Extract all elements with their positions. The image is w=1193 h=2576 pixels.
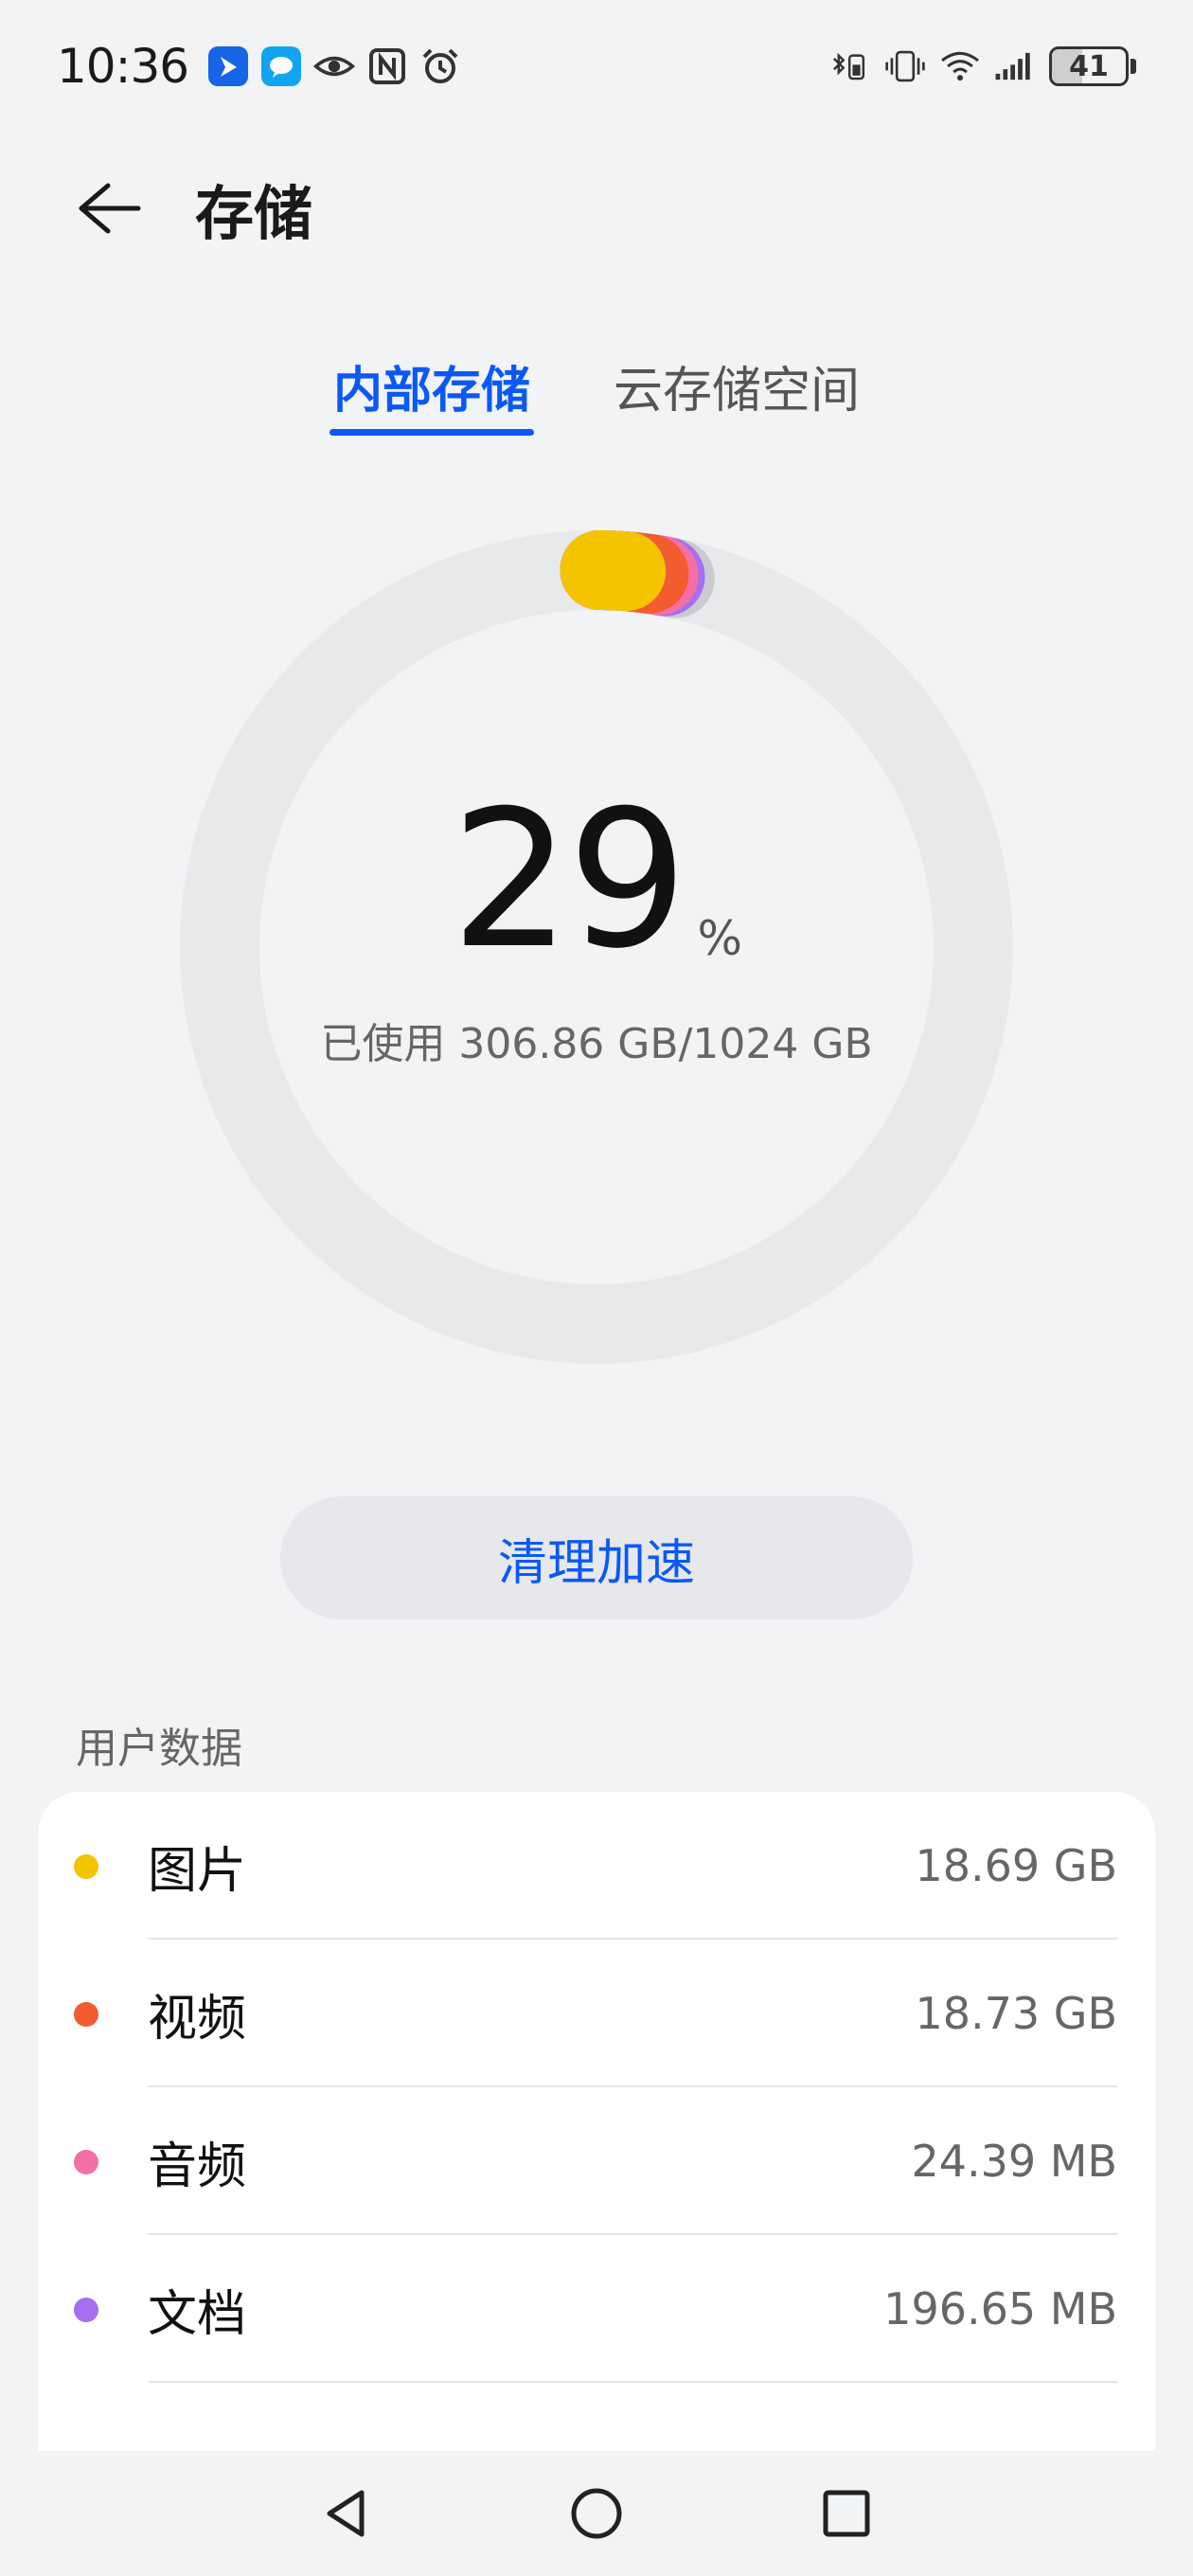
usage-text: 已使用 306.86 GB/1024 GB: [320, 1020, 873, 1068]
list-item-label: 文档: [148, 2285, 247, 2343]
list-item-label: 图片: [148, 1842, 247, 1900]
nfc-icon: [366, 45, 408, 87]
list-item-value: 18.73 GB: [915, 1988, 1117, 2039]
status-left-icons: [207, 45, 461, 87]
back-triangle-icon: [327, 2490, 365, 2537]
navigation-bar: [0, 2451, 1193, 2576]
tab-cloud-storage[interactable]: 云存储空间: [610, 341, 864, 436]
tab-internal-storage[interactable]: 内部存储: [329, 341, 535, 436]
status-bar: 10:36 41: [0, 0, 1193, 133]
battery-icon: 41: [1049, 46, 1129, 86]
videos-color-dot: [74, 2002, 98, 2027]
storage-tabs: 内部存储 云存储空间: [0, 341, 1193, 445]
title-bar: 存储: [0, 152, 1193, 265]
list-item-value: 24.39 MB: [911, 2136, 1117, 2187]
list-item-value: 196.65 MB: [883, 2283, 1117, 2334]
eye-icon: [313, 45, 356, 87]
usage-percent-row: 29 %: [451, 786, 742, 975]
documents-color-dot: [74, 2298, 98, 2322]
vibrate-icon: [884, 45, 926, 87]
list-item-videos[interactable]: 视频 18.73 GB: [38, 1940, 1155, 2087]
user-data-section-title: 用户数据: [76, 1725, 242, 1773]
user-data-list: 图片 18.69 GB 视频 18.73 GB 音频 24.39 MB 文档 1…: [38, 1792, 1155, 2512]
back-button[interactable]: [74, 170, 150, 246]
list-item-label: 视频: [148, 1990, 247, 2048]
battery-level: 41: [1069, 49, 1109, 83]
battery-indicator: 41: [1049, 46, 1136, 86]
battery-tip: [1131, 59, 1136, 74]
audio-color-dot: [74, 2150, 98, 2174]
list-item-audio[interactable]: 音频 24.39 MB: [38, 2087, 1155, 2235]
usage-percent: 29: [450, 770, 687, 991]
nav-recents-button[interactable]: [816, 2483, 877, 2544]
list-item-images[interactable]: 图片 18.69 GB: [38, 1792, 1155, 1940]
message-app-icon: [260, 45, 302, 87]
list-item-documents[interactable]: 文档 196.65 MB: [38, 2235, 1155, 2383]
nav-back-button[interactable]: [316, 2483, 377, 2544]
bluetooth-battery-icon: [829, 45, 871, 87]
divider: [148, 2381, 1117, 2383]
back-arrow-icon: [79, 183, 141, 234]
clean-accelerate-button[interactable]: 清理加速: [280, 1496, 913, 1619]
usage-ring: 29 % 已使用 306.86 GB/1024 GB: [180, 530, 1013, 1364]
recents-square-icon: [823, 2490, 870, 2537]
page-title: 存储: [195, 179, 313, 248]
nav-home-button[interactable]: [566, 2483, 627, 2544]
alarm-icon: [419, 45, 461, 87]
usage-center: 29 % 已使用 306.86 GB/1024 GB: [180, 530, 1013, 1364]
wifi-icon: [939, 45, 981, 87]
bird-app-icon: [207, 45, 249, 87]
signal-icon: [994, 45, 1036, 87]
usage-percent-unit: %: [697, 911, 742, 966]
images-color-dot: [74, 1854, 98, 1879]
status-right-icons: 41: [829, 45, 1136, 87]
list-item-label: 音频: [148, 2138, 247, 2195]
status-time: 10:36: [57, 39, 189, 94]
list-item-value: 18.69 GB: [915, 1840, 1117, 1891]
home-circle-icon: [571, 2488, 622, 2539]
storage-screen: 10:36 41 存储 内部存储 云存储空间 29 % 已使用 306.86 G…: [0, 0, 1193, 2576]
